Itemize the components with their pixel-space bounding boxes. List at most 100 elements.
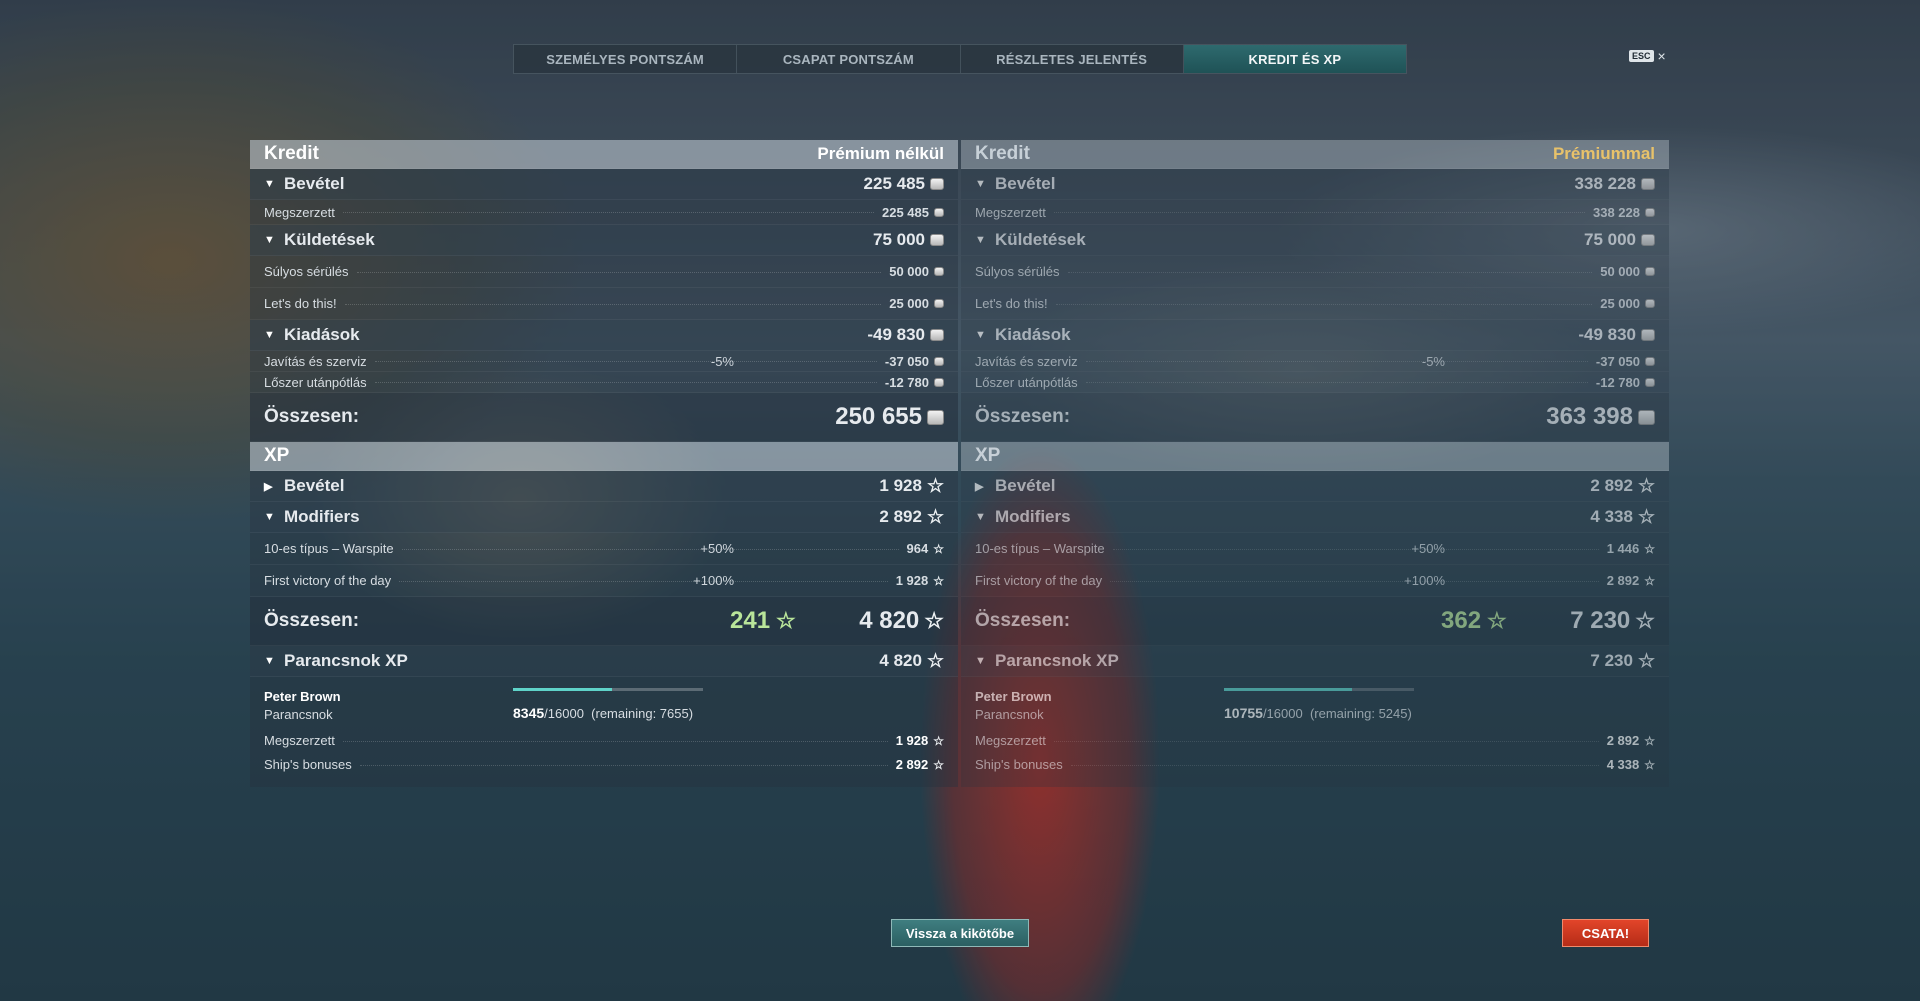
- back-to-port-button[interactable]: Vissza a kikötőbe: [891, 919, 1029, 947]
- repair-row: Javítás és szerviz -5% -37 050: [250, 351, 958, 372]
- expenses-section[interactable]: ▼ Kiadások -49 830: [250, 320, 958, 351]
- credit-icon: [930, 234, 944, 246]
- commander-name: Peter Brown: [264, 689, 341, 704]
- credit-total-label: Összesen:: [975, 406, 1071, 427]
- xp-star-icon: ☆: [924, 608, 944, 633]
- modifiers-value: 2 892: [879, 507, 922, 526]
- earned-value: 225 485: [882, 204, 929, 220]
- xp-income-section[interactable]: ▶ Bevétel 2 892 ☆: [961, 471, 1669, 502]
- earned-row: Megszerzett 338 228: [961, 200, 1669, 225]
- xp-star-icon: ☆: [1644, 733, 1655, 748]
- missions-value: 75 000: [1584, 230, 1636, 249]
- free-xp-star-icon: ☆: [1487, 608, 1507, 633]
- commander-xp-max: /16000: [544, 706, 584, 721]
- xp-total-row: Összesen: 362 ☆ 7 230 ☆: [961, 597, 1669, 646]
- modifiers-section[interactable]: ▼ Modifiers 4 338 ☆: [961, 502, 1669, 533]
- income-section[interactable]: ▼ Bevétel 338 228: [961, 169, 1669, 200]
- missions-section[interactable]: ▼ Küldetések 75 000: [250, 225, 958, 256]
- tab-team-score[interactable]: CSAPAT PONTSZÁM: [737, 45, 961, 73]
- chevron-down-icon: ▼: [264, 329, 275, 341]
- free-xp: 362 ☆: [1441, 607, 1507, 635]
- commander-progress-bar: [1224, 688, 1414, 691]
- earned-label: Megszerzett: [264, 204, 335, 220]
- free-xp-value: 241: [730, 607, 771, 634]
- credit-icon: [1645, 377, 1655, 387]
- missions-value: 75 000: [873, 230, 925, 249]
- commander-earned-value: 1 928: [895, 733, 929, 748]
- modifier-row: 10-es típus – Warspite +50% 964 ☆: [250, 533, 958, 565]
- commander-bonus-row: Ship's bonuses 4 338 ☆: [975, 757, 1655, 772]
- ammo-label: Lőszer utánpótlás: [264, 374, 367, 390]
- column-title: Prémiummal: [1552, 144, 1655, 163]
- commander-bonus-label: Ship's bonuses: [264, 757, 352, 772]
- xp-income-section[interactable]: ▶ Bevétel 1 928 ☆: [250, 471, 958, 502]
- income-label: Bevétel: [284, 174, 345, 193]
- commander-progress-fill: [513, 688, 613, 691]
- chevron-down-icon: ▼: [975, 178, 986, 190]
- xp-title: XP: [264, 445, 290, 466]
- modifier-percent: +100%: [1404, 573, 1445, 588]
- modifiers-section[interactable]: ▼ Modifiers 2 892 ☆: [250, 502, 958, 533]
- xp-income-label: Bevétel: [284, 476, 345, 495]
- modifier-percent: +100%: [693, 573, 734, 588]
- credit-icon: [1638, 409, 1655, 425]
- modifier-value: 1 928: [895, 573, 929, 588]
- credit-icon: [1641, 329, 1655, 341]
- xp-star-icon: ☆: [1644, 573, 1655, 588]
- xp-star-icon: ☆: [1637, 650, 1655, 672]
- mission-row: Let's do this! 25 000: [961, 288, 1669, 320]
- ammo-value: -12 780: [884, 374, 929, 390]
- repair-label: Javítás és szerviz: [264, 353, 367, 369]
- missions-section[interactable]: ▼ Küldetések 75 000: [961, 225, 1669, 256]
- xp-star-icon: ☆: [1644, 757, 1655, 772]
- chevron-down-icon: ▼: [264, 655, 275, 667]
- credit-total-row: Összesen: 250 655: [250, 393, 958, 442]
- credit-total-value: 250 655: [835, 403, 922, 430]
- tab-bar: SZEMÉLYES PONTSZÁM CSAPAT PONTSZÁM RÉSZL…: [513, 44, 1407, 74]
- tab-personal-score[interactable]: SZEMÉLYES PONTSZÁM: [514, 45, 738, 73]
- mission-value: 25 000: [889, 296, 929, 311]
- mission-row: Súlyos sérülés 50 000: [961, 256, 1669, 288]
- commander-xp-section[interactable]: ▼ Parancsnok XP 7 230 ☆: [961, 646, 1669, 677]
- free-xp: 241 ☆: [730, 607, 796, 635]
- credit-icon: [930, 178, 944, 190]
- close-button[interactable]: ESC ×: [1629, 48, 1666, 64]
- commander-earned-label: Megszerzett: [975, 733, 1046, 748]
- credit-icon: [1641, 178, 1655, 190]
- commander-bonus-value: 2 892: [895, 757, 929, 772]
- modifier-value: 964: [906, 541, 929, 556]
- xp-star-icon: ☆: [933, 757, 944, 772]
- income-section[interactable]: ▼ Bevétel 225 485: [250, 169, 958, 200]
- credit-icon: [930, 329, 944, 341]
- mission-label: Let's do this!: [975, 296, 1048, 311]
- tab-credits-xp[interactable]: KREDIT ÉS XP: [1183, 45, 1406, 73]
- xp-star-icon: ☆: [933, 573, 944, 588]
- repair-value: -37 050: [884, 353, 929, 369]
- tab-detailed-report[interactable]: RÉSZLETES JELENTÉS: [961, 45, 1184, 73]
- expenses-label: Kiadások: [284, 325, 360, 344]
- mission-label: Súlyos sérülés: [264, 264, 349, 279]
- credit-icon: [934, 207, 944, 217]
- expenses-section[interactable]: ▼ Kiadások -49 830: [961, 320, 1669, 351]
- repair-row: Javítás és szerviz -5% -37 050: [961, 351, 1669, 372]
- repair-percent: -5%: [1421, 353, 1445, 369]
- commander-xp-section[interactable]: ▼ Parancsnok XP 4 820 ☆: [250, 646, 958, 677]
- close-icon: ×: [1657, 48, 1666, 64]
- xp-total-label: Összesen:: [264, 610, 360, 631]
- credit-icon: [934, 299, 944, 308]
- ammo-row: Lőszer utánpótlás -12 780: [250, 372, 958, 393]
- credit-icon: [1645, 207, 1655, 217]
- chevron-down-icon: ▼: [264, 234, 275, 246]
- mission-value: 25 000: [1600, 296, 1640, 311]
- income-value: 338 228: [1574, 174, 1636, 193]
- expenses-label: Kiadások: [995, 325, 1071, 344]
- mission-row: Let's do this! 25 000: [250, 288, 958, 320]
- chevron-down-icon: ▼: [264, 511, 275, 523]
- repair-label: Javítás és szerviz: [975, 353, 1078, 369]
- battle-button[interactable]: CSATA!: [1562, 919, 1649, 947]
- modifiers-label: Modifiers: [995, 507, 1071, 526]
- credit-title: Kredit: [975, 143, 1030, 164]
- missions-label: Küldetések: [284, 230, 375, 249]
- credit-total-label: Összesen:: [264, 406, 360, 427]
- xp-star-icon: ☆: [933, 541, 944, 556]
